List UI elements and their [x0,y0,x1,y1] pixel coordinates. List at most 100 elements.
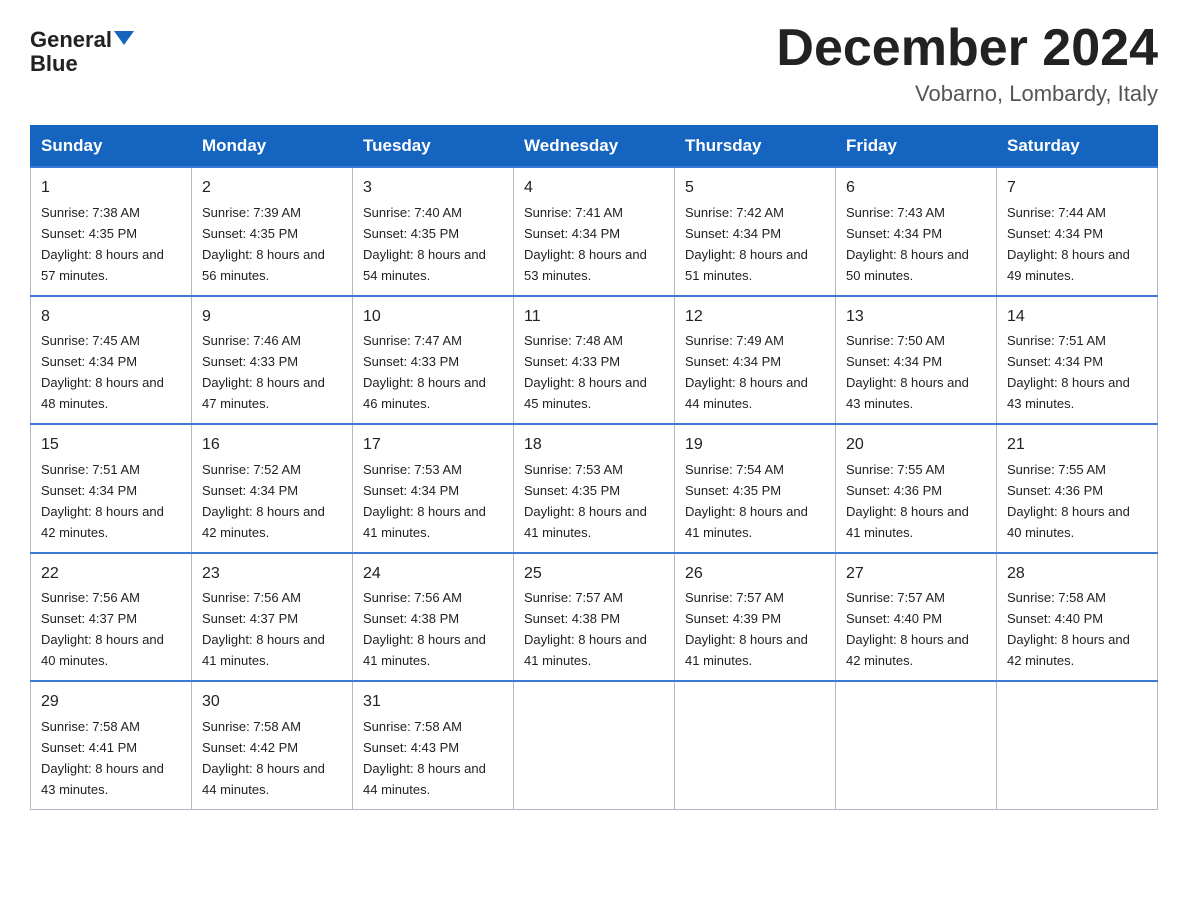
day-info: Sunrise: 7:49 AMSunset: 4:34 PMDaylight:… [685,333,808,411]
day-number: 20 [846,433,986,458]
table-row: 12 Sunrise: 7:49 AMSunset: 4:34 PMDaylig… [675,296,836,424]
table-row: 23 Sunrise: 7:56 AMSunset: 4:37 PMDaylig… [192,553,353,681]
col-friday: Friday [836,126,997,168]
month-title: December 2024 [776,20,1158,77]
table-row: 14 Sunrise: 7:51 AMSunset: 4:34 PMDaylig… [997,296,1158,424]
day-info: Sunrise: 7:57 AMSunset: 4:40 PMDaylight:… [846,590,969,668]
day-number: 29 [41,690,181,715]
col-sunday: Sunday [31,126,192,168]
day-info: Sunrise: 7:58 AMSunset: 4:41 PMDaylight:… [41,719,164,797]
day-number: 22 [41,562,181,587]
day-number: 3 [363,176,503,201]
day-info: Sunrise: 7:56 AMSunset: 4:37 PMDaylight:… [202,590,325,668]
day-number: 17 [363,433,503,458]
day-number: 15 [41,433,181,458]
day-number: 30 [202,690,342,715]
day-info: Sunrise: 7:48 AMSunset: 4:33 PMDaylight:… [524,333,647,411]
calendar-week-5: 29 Sunrise: 7:58 AMSunset: 4:41 PMDaylig… [31,681,1158,809]
day-number: 31 [363,690,503,715]
table-row: 27 Sunrise: 7:57 AMSunset: 4:40 PMDaylig… [836,553,997,681]
day-info: Sunrise: 7:54 AMSunset: 4:35 PMDaylight:… [685,462,808,540]
table-row: 5 Sunrise: 7:42 AMSunset: 4:34 PMDayligh… [675,167,836,295]
table-row: 10 Sunrise: 7:47 AMSunset: 4:33 PMDaylig… [353,296,514,424]
day-info: Sunrise: 7:53 AMSunset: 4:35 PMDaylight:… [524,462,647,540]
table-row [514,681,675,809]
table-row: 1 Sunrise: 7:38 AMSunset: 4:35 PMDayligh… [31,167,192,295]
day-info: Sunrise: 7:42 AMSunset: 4:34 PMDaylight:… [685,205,808,283]
day-info: Sunrise: 7:52 AMSunset: 4:34 PMDaylight:… [202,462,325,540]
day-number: 14 [1007,305,1147,330]
day-number: 25 [524,562,664,587]
table-row: 8 Sunrise: 7:45 AMSunset: 4:34 PMDayligh… [31,296,192,424]
table-row [997,681,1158,809]
table-row: 26 Sunrise: 7:57 AMSunset: 4:39 PMDaylig… [675,553,836,681]
col-tuesday: Tuesday [353,126,514,168]
table-row: 29 Sunrise: 7:58 AMSunset: 4:41 PMDaylig… [31,681,192,809]
day-info: Sunrise: 7:39 AMSunset: 4:35 PMDaylight:… [202,205,325,283]
calendar-week-3: 15 Sunrise: 7:51 AMSunset: 4:34 PMDaylig… [31,424,1158,552]
table-row: 25 Sunrise: 7:57 AMSunset: 4:38 PMDaylig… [514,553,675,681]
table-row: 16 Sunrise: 7:52 AMSunset: 4:34 PMDaylig… [192,424,353,552]
day-info: Sunrise: 7:46 AMSunset: 4:33 PMDaylight:… [202,333,325,411]
day-info: Sunrise: 7:47 AMSunset: 4:33 PMDaylight:… [363,333,486,411]
day-number: 4 [524,176,664,201]
table-row: 19 Sunrise: 7:54 AMSunset: 4:35 PMDaylig… [675,424,836,552]
day-info: Sunrise: 7:53 AMSunset: 4:34 PMDaylight:… [363,462,486,540]
day-info: Sunrise: 7:55 AMSunset: 4:36 PMDaylight:… [846,462,969,540]
table-row: 4 Sunrise: 7:41 AMSunset: 4:34 PMDayligh… [514,167,675,295]
day-number: 8 [41,305,181,330]
table-row: 24 Sunrise: 7:56 AMSunset: 4:38 PMDaylig… [353,553,514,681]
day-info: Sunrise: 7:44 AMSunset: 4:34 PMDaylight:… [1007,205,1130,283]
day-info: Sunrise: 7:56 AMSunset: 4:38 PMDaylight:… [363,590,486,668]
day-info: Sunrise: 7:40 AMSunset: 4:35 PMDaylight:… [363,205,486,283]
day-number: 26 [685,562,825,587]
calendar-table: Sunday Monday Tuesday Wednesday Thursday… [30,125,1158,809]
table-row: 9 Sunrise: 7:46 AMSunset: 4:33 PMDayligh… [192,296,353,424]
day-number: 19 [685,433,825,458]
table-row: 7 Sunrise: 7:44 AMSunset: 4:34 PMDayligh… [997,167,1158,295]
table-row: 2 Sunrise: 7:39 AMSunset: 4:35 PMDayligh… [192,167,353,295]
table-row: 15 Sunrise: 7:51 AMSunset: 4:34 PMDaylig… [31,424,192,552]
day-info: Sunrise: 7:55 AMSunset: 4:36 PMDaylight:… [1007,462,1130,540]
day-number: 1 [41,176,181,201]
page-header: General Blue December 2024 Vobarno, Lomb… [30,20,1158,107]
day-number: 5 [685,176,825,201]
table-row: 20 Sunrise: 7:55 AMSunset: 4:36 PMDaylig… [836,424,997,552]
table-row: 11 Sunrise: 7:48 AMSunset: 4:33 PMDaylig… [514,296,675,424]
day-number: 23 [202,562,342,587]
day-info: Sunrise: 7:45 AMSunset: 4:34 PMDaylight:… [41,333,164,411]
col-wednesday: Wednesday [514,126,675,168]
calendar-week-4: 22 Sunrise: 7:56 AMSunset: 4:37 PMDaylig… [31,553,1158,681]
table-row: 17 Sunrise: 7:53 AMSunset: 4:34 PMDaylig… [353,424,514,552]
table-row: 18 Sunrise: 7:53 AMSunset: 4:35 PMDaylig… [514,424,675,552]
day-info: Sunrise: 7:57 AMSunset: 4:39 PMDaylight:… [685,590,808,668]
day-number: 24 [363,562,503,587]
day-info: Sunrise: 7:50 AMSunset: 4:34 PMDaylight:… [846,333,969,411]
day-number: 7 [1007,176,1147,201]
day-number: 12 [685,305,825,330]
day-info: Sunrise: 7:57 AMSunset: 4:38 PMDaylight:… [524,590,647,668]
table-row: 22 Sunrise: 7:56 AMSunset: 4:37 PMDaylig… [31,553,192,681]
table-row: 13 Sunrise: 7:50 AMSunset: 4:34 PMDaylig… [836,296,997,424]
day-number: 13 [846,305,986,330]
col-monday: Monday [192,126,353,168]
day-number: 6 [846,176,986,201]
day-info: Sunrise: 7:58 AMSunset: 4:40 PMDaylight:… [1007,590,1130,668]
day-number: 2 [202,176,342,201]
day-info: Sunrise: 7:58 AMSunset: 4:42 PMDaylight:… [202,719,325,797]
logo: General Blue [30,28,134,76]
col-saturday: Saturday [997,126,1158,168]
day-number: 11 [524,305,664,330]
day-info: Sunrise: 7:56 AMSunset: 4:37 PMDaylight:… [41,590,164,668]
table-row: 31 Sunrise: 7:58 AMSunset: 4:43 PMDaylig… [353,681,514,809]
day-info: Sunrise: 7:51 AMSunset: 4:34 PMDaylight:… [1007,333,1130,411]
calendar-week-2: 8 Sunrise: 7:45 AMSunset: 4:34 PMDayligh… [31,296,1158,424]
logo-arrow-icon [114,31,134,45]
day-number: 21 [1007,433,1147,458]
col-thursday: Thursday [675,126,836,168]
location: Vobarno, Lombardy, Italy [776,81,1158,107]
day-info: Sunrise: 7:38 AMSunset: 4:35 PMDaylight:… [41,205,164,283]
day-number: 18 [524,433,664,458]
title-block: December 2024 Vobarno, Lombardy, Italy [776,20,1158,107]
table-row: 28 Sunrise: 7:58 AMSunset: 4:40 PMDaylig… [997,553,1158,681]
